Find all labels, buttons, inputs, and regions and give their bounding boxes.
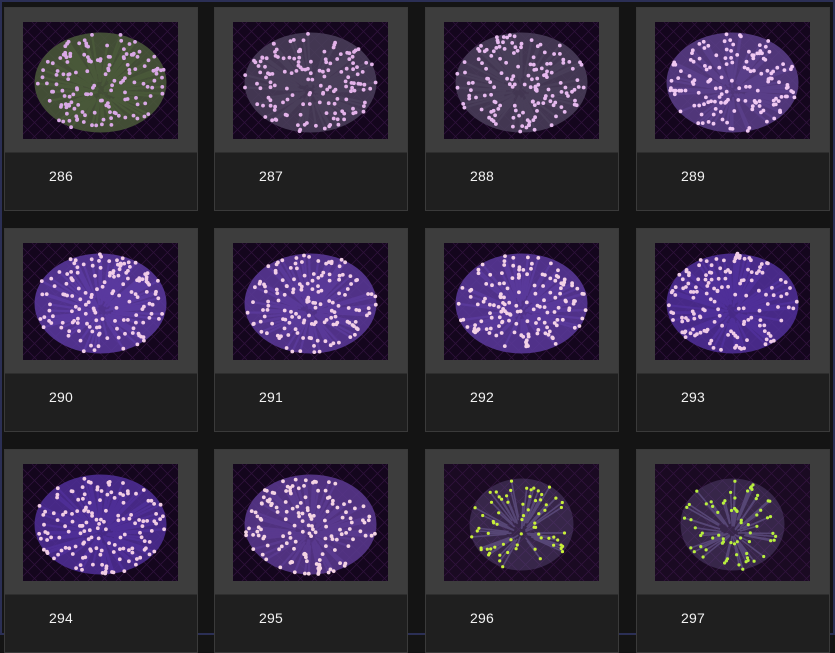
coral-photo (23, 22, 178, 139)
thumbnail-number: 291 (259, 389, 283, 405)
thumbnail-number: 292 (470, 389, 494, 405)
thumbnail-card[interactable]: 292 (425, 228, 619, 432)
thumbnail-number: 289 (681, 168, 705, 184)
thumbnail-card[interactable]: 288 (425, 7, 619, 211)
thumbnail-image[interactable] (233, 22, 388, 139)
thumbnail-card[interactable]: 286 (4, 7, 198, 211)
coral-photo (233, 22, 388, 139)
thumbnail-frame (215, 229, 407, 374)
thumbnail-frame (637, 8, 829, 153)
thumbnail-card[interactable]: 290 (4, 228, 198, 432)
thumbnail-frame (215, 450, 407, 595)
thumbnail-number: 295 (259, 610, 283, 626)
thumbnail-frame (215, 8, 407, 153)
thumbnail-image[interactable] (233, 243, 388, 360)
coral-photo (655, 243, 810, 360)
thumbnail-image[interactable] (23, 464, 178, 581)
coral-photo (655, 464, 810, 581)
thumbnail-frame (426, 229, 618, 374)
thumbnail-frame (5, 450, 197, 595)
thumbnail-image[interactable] (233, 464, 388, 581)
thumbnail-number: 293 (681, 389, 705, 405)
coral-photo (233, 464, 388, 581)
thumbnail-number: 294 (49, 610, 73, 626)
coral-photo (23, 243, 178, 360)
thumbnail-number: 290 (49, 389, 73, 405)
thumbnail-card[interactable]: 291 (214, 228, 408, 432)
thumbnail-frame (5, 8, 197, 153)
thumbnail-card[interactable]: 289 (636, 7, 830, 211)
thumbnail-number: 286 (49, 168, 73, 184)
thumbnail-card[interactable]: 293 (636, 228, 830, 432)
thumbnail-frame (637, 229, 829, 374)
coral-photo (233, 243, 388, 360)
thumbnail-image[interactable] (444, 243, 599, 360)
thumbnail-card[interactable]: 295 (214, 449, 408, 653)
thumbnail-number: 287 (259, 168, 283, 184)
thumbnail-image[interactable] (23, 22, 178, 139)
thumbnail-image[interactable] (655, 243, 810, 360)
thumbnail-image[interactable] (23, 243, 178, 360)
coral-photo (444, 22, 599, 139)
thumbnail-frame (426, 450, 618, 595)
thumbnail-card[interactable]: 287 (214, 7, 408, 211)
coral-photo (444, 464, 599, 581)
thumbnail-grid: 286 287 288 289 290 291 292 293 294 295 296 297 (2, 2, 833, 633)
thumbnail-frame (426, 8, 618, 153)
coral-photo (23, 464, 178, 581)
thumbnail-number: 288 (470, 168, 494, 184)
thumbnail-frame (637, 450, 829, 595)
thumbnail-image[interactable] (444, 464, 599, 581)
thumbnail-card[interactable]: 297 (636, 449, 830, 653)
thumbnail-card[interactable]: 294 (4, 449, 198, 653)
thumbnail-image[interactable] (444, 22, 599, 139)
thumbnail-image[interactable] (655, 22, 810, 139)
coral-photo (655, 22, 810, 139)
thumbnail-frame (5, 229, 197, 374)
thumbnail-image[interactable] (655, 464, 810, 581)
thumbnail-number: 296 (470, 610, 494, 626)
coral-photo (444, 243, 599, 360)
thumbnail-card[interactable]: 296 (425, 449, 619, 653)
thumbnail-number: 297 (681, 610, 705, 626)
